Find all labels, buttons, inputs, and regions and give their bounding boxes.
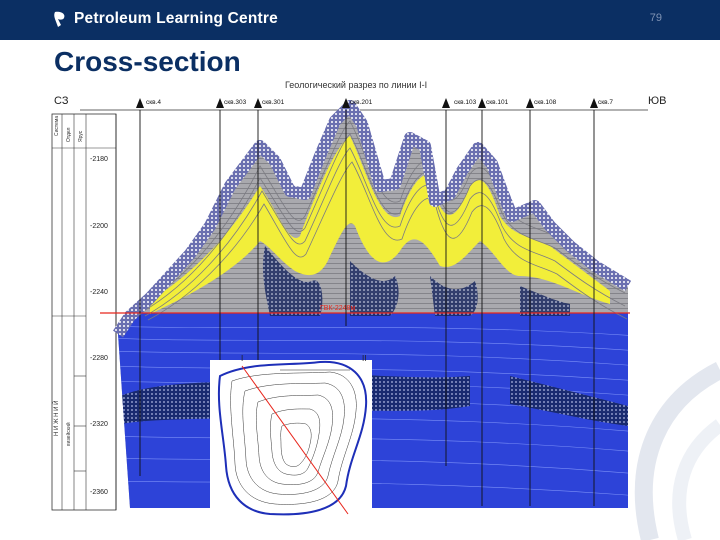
well-label: скв.101 xyxy=(486,99,509,106)
svg-text:Н И Ж Н И Й: Н И Ж Н И Й xyxy=(52,401,60,436)
map-line-end: II xyxy=(362,354,366,363)
svg-text:Ярус: Ярус xyxy=(78,130,84,142)
well-label: скв.301 xyxy=(262,99,285,106)
well-label: скв.4 xyxy=(146,99,161,106)
svg-text:Система: Система xyxy=(54,116,60,136)
section-caption: Геологический разрез по линии I-I xyxy=(285,80,427,90)
direction-right: ЮВ xyxy=(648,95,666,107)
brand-swoosh-icon xyxy=(54,11,65,27)
depth-axis: -2180 -2200 -2240 -2280 -2320 -2360 xyxy=(90,114,117,510)
page-number: 79 xyxy=(649,12,662,24)
well-label: скв.103 xyxy=(454,99,477,106)
well-label: скв.201 xyxy=(350,99,373,106)
map-line-start: I xyxy=(241,354,243,363)
depth-tick: -2280 xyxy=(90,355,108,362)
depth-tick: -2180 xyxy=(90,156,108,163)
svg-text:визейский: визейский xyxy=(65,422,72,446)
contact-label: ГВК-2248м xyxy=(320,305,355,312)
direction-left: СЗ xyxy=(54,95,69,107)
depth-tick: -2240 xyxy=(90,289,108,296)
brand-name: Petroleum Learning Centre xyxy=(74,10,278,27)
brand-logo: Petroleum Learning Centre xyxy=(52,10,278,28)
stratigraphic-column: Система Отдел Ярус Н И Ж Н И Й визейский xyxy=(51,113,117,511)
inset-map: I II I II xyxy=(210,354,372,516)
well-label: скв.108 xyxy=(534,99,557,106)
cross-section-figure: Система Отдел Ярус Н И Ж Н И Й визейский… xyxy=(51,80,666,516)
well-label: скв.303 xyxy=(224,99,247,106)
depth-tick: -2320 xyxy=(90,421,108,428)
depth-tick: -2200 xyxy=(90,223,108,230)
slide-title: Cross-section xyxy=(54,46,241,77)
header-bar: Petroleum Learning Centre 79 xyxy=(0,0,720,40)
depth-tick: -2360 xyxy=(90,489,108,496)
well-label: скв.7 xyxy=(598,99,613,106)
svg-text:Отдел: Отдел xyxy=(66,127,72,142)
